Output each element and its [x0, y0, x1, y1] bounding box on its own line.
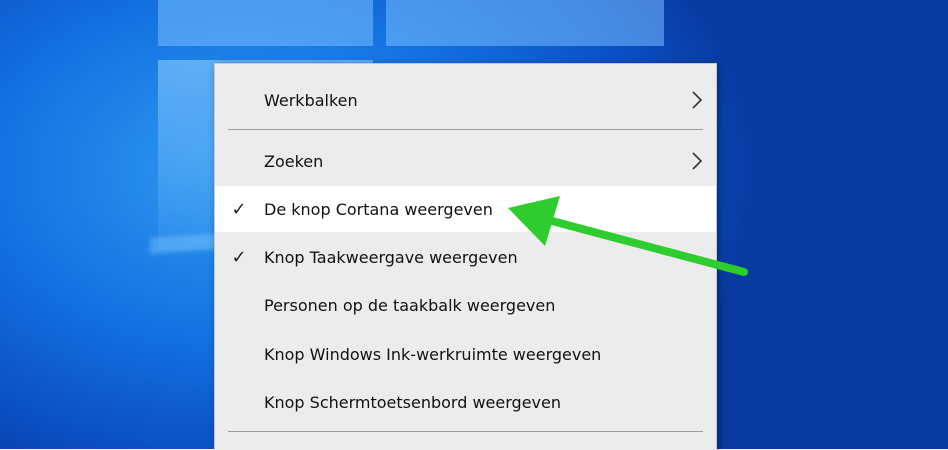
arrow-annotation-icon [508, 196, 748, 276]
